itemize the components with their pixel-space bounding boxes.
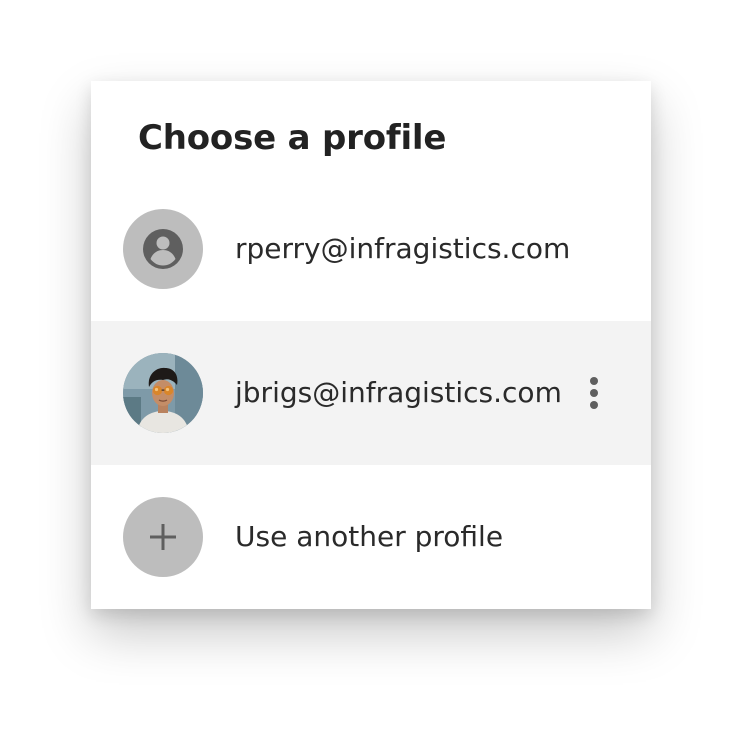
profile-email: rperry@infragistics.com [235,232,571,265]
dialog-title: Choose a profile [138,118,447,158]
account-circle-icon [143,229,183,269]
avatar [123,209,203,289]
plus-icon [150,524,176,550]
avatar [123,353,203,433]
add-profile-avatar [123,497,203,577]
profile-email: jbrigs@infragistics.com [235,376,562,409]
user-photo [123,353,203,433]
add-profile-label: Use another profile [235,520,504,553]
profile-menu-button[interactable] [581,373,607,413]
profile-item-jbrigs[interactable]: jbrigs@infragistics.com [91,321,651,465]
choose-profile-dialog: Choose a profile rperry@infragistics.com [91,81,651,609]
use-another-profile-item[interactable]: Use another profile [91,465,651,609]
more-vert-icon [590,377,598,409]
profile-item-rperry[interactable]: rperry@infragistics.com [91,177,651,321]
